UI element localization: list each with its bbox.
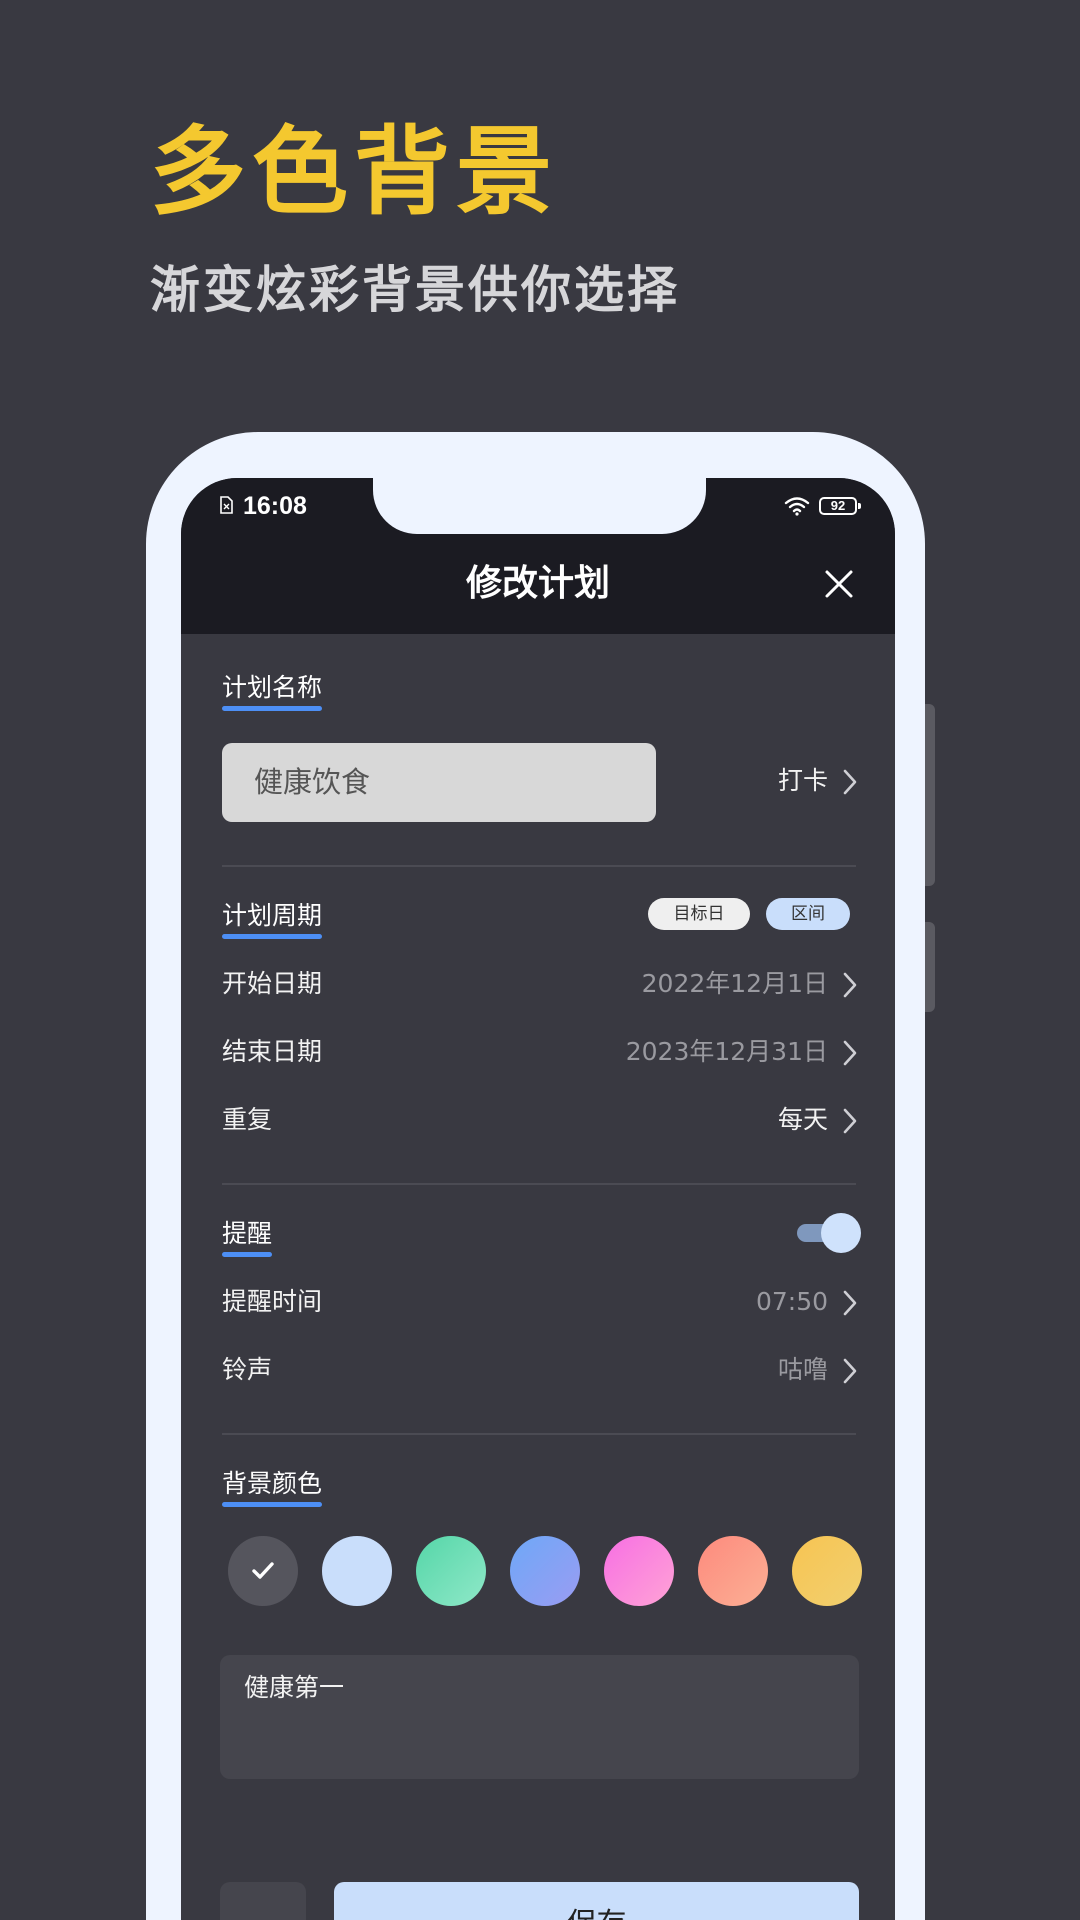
section-label-reminder: 提醒 xyxy=(222,1217,273,1257)
section-label-text: 背景颜色 xyxy=(222,1469,323,1498)
repeat-row[interactable]: 重复 每天 xyxy=(222,1097,858,1145)
chevron-right-icon xyxy=(843,769,857,795)
section-label-background-color: 背景颜色 xyxy=(222,1467,323,1507)
plan-name-input[interactable]: 健康饮食 xyxy=(222,743,656,822)
chevron-right-icon xyxy=(843,1108,857,1134)
end-date-label: 结束日期 xyxy=(222,1037,323,1066)
ringtone-row[interactable]: 铃声 咕噜 xyxy=(222,1347,858,1395)
section-underline xyxy=(222,1502,323,1507)
section-label-text: 计划周期 xyxy=(222,901,323,930)
reminder-time-label: 提醒时间 xyxy=(222,1287,323,1316)
promo-subtitle: 渐变炫彩背景供你选择 xyxy=(150,260,680,319)
color-swatch-pink[interactable] xyxy=(604,1536,674,1606)
check-icon xyxy=(252,1562,274,1579)
repeat-label: 重复 xyxy=(222,1105,273,1134)
color-swatch-yellow[interactable] xyxy=(792,1536,862,1606)
ringtone-label: 铃声 xyxy=(222,1355,273,1384)
end-date-value: 2023年12月31日 xyxy=(625,1037,828,1066)
period-range-pill[interactable]: 区间 xyxy=(766,898,850,930)
section-underline xyxy=(222,1252,273,1257)
toggle-knob xyxy=(821,1213,861,1253)
section-label-plan-name: 计划名称 xyxy=(222,671,323,711)
section-label-plan-period: 计划周期 xyxy=(222,899,323,939)
phone-screen: 16:08 92 修改计划 计划名称 健康饮食 打卡 计划周期 目标日 区间 开… xyxy=(181,478,895,1920)
repeat-value: 每天 xyxy=(777,1105,828,1134)
sim-icon xyxy=(220,496,233,514)
divider xyxy=(222,865,856,867)
start-date-value: 2022年12月1日 xyxy=(641,969,828,998)
wifi-icon xyxy=(784,497,810,516)
section-label-text: 计划名称 xyxy=(222,673,323,702)
save-button[interactable]: 保存 xyxy=(334,1882,859,1920)
section-label-text: 提醒 xyxy=(222,1219,273,1248)
chevron-right-icon xyxy=(843,1290,857,1316)
promo-title: 多色背景 xyxy=(150,115,558,228)
color-swatch-light-blue[interactable] xyxy=(322,1536,392,1606)
end-date-row[interactable]: 结束日期 2023年12月31日 xyxy=(222,1029,858,1077)
close-icon[interactable] xyxy=(819,564,859,604)
color-swatch-coral[interactable] xyxy=(698,1536,768,1606)
chevron-right-icon xyxy=(843,1358,857,1384)
reminder-toggle[interactable] xyxy=(797,1213,861,1253)
divider xyxy=(222,1183,856,1185)
start-date-row[interactable]: 开始日期 2022年12月1日 xyxy=(222,961,858,1009)
start-date-label: 开始日期 xyxy=(222,969,323,998)
plan-type-value: 打卡 xyxy=(777,766,828,795)
period-target-day-pill[interactable]: 目标日 xyxy=(648,898,750,930)
divider xyxy=(222,1433,856,1435)
page-title: 修改计划 xyxy=(465,563,610,604)
reminder-time-row[interactable]: 提醒时间 07:50 xyxy=(222,1279,858,1327)
chevron-right-icon xyxy=(843,972,857,998)
reminder-time-value: 07:50 xyxy=(755,1287,828,1316)
section-underline xyxy=(222,934,323,939)
camera-notch xyxy=(373,478,706,534)
chevron-right-icon xyxy=(843,1040,857,1066)
ringtone-value: 咕噜 xyxy=(777,1355,828,1384)
delete-button[interactable] xyxy=(220,1882,306,1920)
note-textarea[interactable]: 健康第一 xyxy=(220,1655,859,1779)
plan-type-selector[interactable]: 打卡 xyxy=(656,758,858,806)
color-swatch-blue-purple[interactable] xyxy=(510,1536,580,1606)
battery-icon: 92 xyxy=(819,497,861,515)
app-header: 修改计划 xyxy=(181,534,895,634)
section-underline xyxy=(222,706,323,711)
color-swatch-green[interactable] xyxy=(416,1536,486,1606)
status-time: 16:08 xyxy=(243,492,307,520)
